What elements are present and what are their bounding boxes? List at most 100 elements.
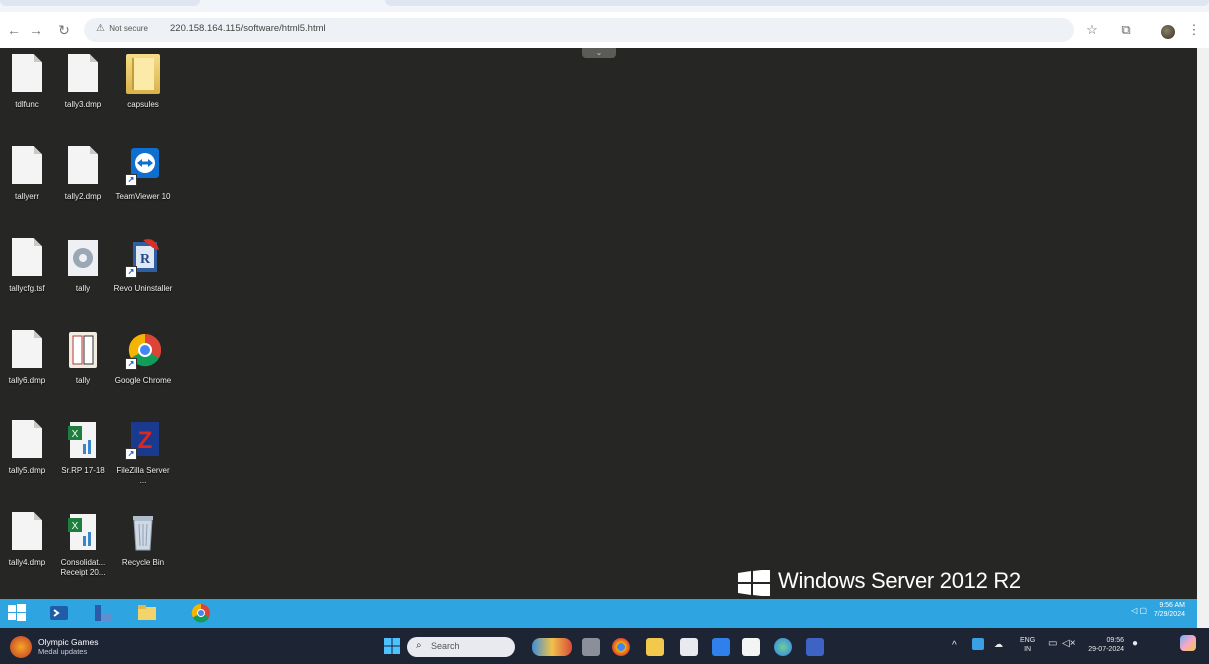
host-taskbar: Olympic Games Medal updates ⌕ Search ^ ☁… (0, 628, 1209, 664)
browser-toolbar: ← → ↻ ⚠ Not secure 220.158.164.115/softw… (0, 12, 1209, 49)
os-watermark: Windows Server 2012 R2 (778, 568, 1021, 593)
desktop-icon-tally-settings[interactable]: tally (52, 238, 114, 294)
search-placeholder: Search (431, 641, 460, 651)
search-icon: ⌕ (416, 640, 422, 651)
svg-text:R: R (140, 252, 151, 267)
warning-icon: ⚠ (96, 23, 105, 34)
document-icon (68, 146, 98, 184)
shortcut-arrow-icon: ↗ (125, 266, 137, 278)
desktop-icon-tallycfg[interactable]: tallycfg.tsf (0, 238, 58, 294)
onedrive-icon[interactable]: ☁ (994, 639, 1003, 650)
host-explorer-icon[interactable] (646, 638, 664, 656)
filezilla-icon: Z ↗ (125, 420, 161, 460)
desktop-icon-consolidated-receipt[interactable]: X Consolidat... Receipt 20... (52, 512, 114, 578)
notification-bell-icon[interactable]: ● (1132, 638, 1138, 649)
profile-avatar[interactable] (1161, 25, 1175, 39)
remote-desktop[interactable]: ⌄ tdlfunc tallyerr tallycfg.tsf tally6.d… (0, 48, 1197, 599)
desktop-icon-tally5[interactable]: tally5.dmp (0, 420, 58, 476)
svg-text:X: X (72, 429, 79, 440)
extensions-icon[interactable]: ⧉ (1116, 20, 1136, 40)
shortcut-arrow-icon: ↗ (125, 448, 137, 460)
server-clock-date: 7/29/2024 (1153, 611, 1185, 618)
server-taskbar: ◁ ▢ 9:56 AM 7/29/2024 (0, 599, 1197, 628)
star-icon[interactable]: ☆ (1082, 20, 1102, 40)
language-indicator[interactable]: ENG IN (1020, 636, 1035, 654)
tab-strip-left (0, 0, 200, 6)
region-code: IN (1024, 646, 1032, 653)
photos-icon[interactable] (712, 638, 730, 656)
document-icon (12, 54, 42, 92)
chrome-icon: ↗ (125, 330, 162, 370)
desktop-icon-srrp[interactable]: X Sr.RP 17-18 (52, 420, 114, 476)
desktop-icon-tally-erp[interactable]: tally (52, 330, 114, 386)
server-clock[interactable]: ◁ ▢ 9:56 AM 7/29/2024 (1131, 601, 1185, 619)
server-tray-icons: ◁ ▢ (1131, 606, 1147, 615)
news-subtitle: Medal updates (38, 647, 88, 656)
host-clock-date: 29-07-2024 (1088, 646, 1124, 653)
desktop-icon-google-chrome[interactable]: ↗ Google Chrome (112, 330, 174, 386)
widgets-icon[interactable] (532, 638, 572, 656)
desktop-icon-revo-uninstaller[interactable]: R ↗ Revo Uninstaller (112, 238, 174, 294)
shortcut-arrow-icon: ↗ (125, 174, 137, 186)
store-icon[interactable] (742, 638, 760, 656)
security-label: Not secure (109, 24, 148, 33)
desktop-icon-teamviewer[interactable]: ↗ TeamViewer 10 (112, 146, 174, 202)
document-icon (12, 512, 42, 550)
document-icon (12, 146, 42, 184)
desktop-icon-tally2[interactable]: tally2.dmp (52, 146, 114, 202)
revo-uninstaller-icon: R ↗ (125, 238, 161, 278)
host-clock-time: 09:56 (1106, 637, 1124, 644)
document-icon (12, 420, 42, 458)
tray-app-icon[interactable] (972, 638, 984, 650)
remote-desktop-app-icon[interactable] (806, 638, 824, 656)
excel-file-icon: X (65, 512, 101, 552)
server-start-button[interactable] (6, 602, 30, 626)
desktop-icon-filezilla-server[interactable]: Z ↗ FileZilla Server ... (112, 420, 174, 486)
document-icon (12, 238, 42, 276)
windows-logo-icon (738, 570, 770, 596)
desktop-icon-tally4[interactable]: tally4.dmp (0, 512, 58, 568)
address-bar[interactable]: ⚠ Not secure 220.158.164.115/software/ht… (84, 18, 1074, 42)
reload-icon[interactable]: ↻ (54, 20, 74, 40)
host-start-button[interactable] (384, 638, 400, 654)
url-text[interactable]: 220.158.164.115/software/html5.html (170, 23, 326, 34)
server-manager-icon[interactable] (92, 602, 116, 626)
desktop-icon-tally3[interactable]: tally3.dmp (52, 54, 114, 110)
vertical-scrollbar[interactable] (1197, 48, 1209, 628)
volume-icon[interactable]: ◁× (1062, 638, 1076, 649)
powershell-icon[interactable] (48, 602, 72, 626)
forward-icon[interactable]: → (26, 20, 46, 40)
desktop-icon-recycle-bin[interactable]: Recycle Bin (112, 512, 174, 568)
recycle-bin-icon (125, 512, 161, 552)
task-view-icon[interactable] (582, 638, 600, 656)
news-title: Olympic Games (38, 637, 99, 647)
mail-icon[interactable] (680, 638, 698, 656)
connection-bar-toggle[interactable]: ⌄ (582, 48, 616, 58)
copilot-icon[interactable] (1180, 635, 1196, 651)
network-icon[interactable]: ▭ (1048, 638, 1057, 649)
shortcut-arrow-icon: ↗ (125, 358, 137, 370)
edge-icon[interactable] (774, 638, 792, 656)
file-explorer-icon[interactable] (136, 602, 160, 626)
host-chrome-icon[interactable] (612, 638, 630, 656)
host-clock[interactable]: 09:56 29-07-2024 (1086, 636, 1124, 654)
news-widget-icon (10, 636, 32, 658)
desktop-icon-tdlfunc[interactable]: tdlfunc (0, 54, 58, 110)
svg-text:Z: Z (138, 427, 153, 454)
tab-strip-right (385, 0, 1209, 6)
desktop-icon-tally6[interactable]: tally6.dmp (0, 330, 58, 386)
document-icon (12, 330, 42, 368)
desktop-icon-capsules[interactable]: capsules (112, 54, 174, 110)
show-hidden-icons-chevron[interactable]: ^ (952, 640, 957, 651)
back-icon[interactable]: ← (4, 20, 24, 40)
server-chrome-icon[interactable] (190, 602, 214, 626)
teamviewer-icon: ↗ (125, 146, 161, 186)
gear-icon (65, 238, 101, 278)
taskbar-search[interactable]: ⌕ Search (407, 637, 515, 657)
language-code: ENG (1020, 637, 1036, 644)
menu-icon[interactable]: ⋮ (1184, 20, 1204, 40)
security-indicator[interactable]: ⚠ Not secure (96, 23, 148, 34)
excel-file-icon: X (65, 420, 101, 460)
folder-icon (126, 54, 160, 94)
desktop-icon-tallyerr[interactable]: tallyerr (0, 146, 58, 202)
